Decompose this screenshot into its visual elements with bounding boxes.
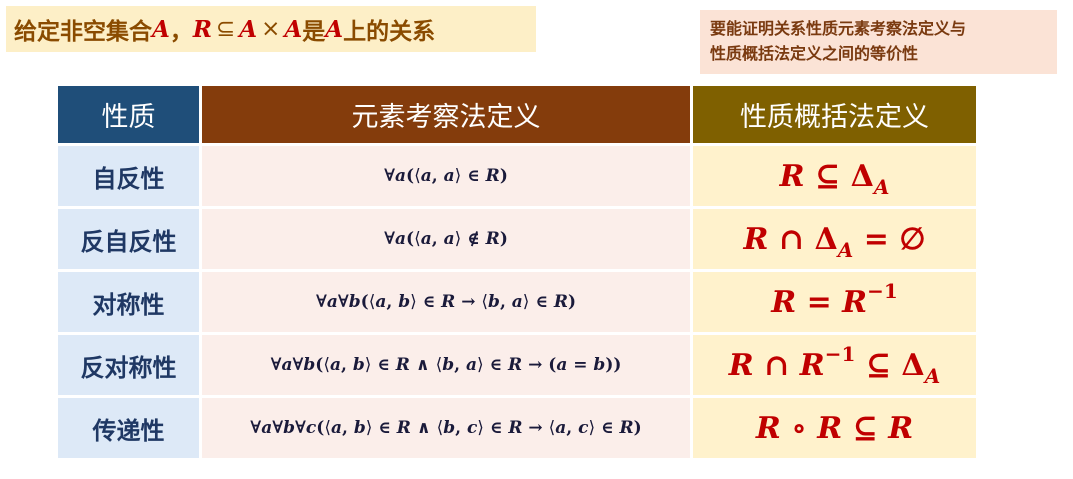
title-is: 是 [302,19,326,45]
property-reflexive: 自反性 [58,146,202,209]
table-row: 传递性 ∀a∀b∀c(⟨a, b⟩ ∈ R ∧ ⟨b, c⟩ ∈ R → ⟨a,… [58,398,979,461]
title-set-a-3: A [284,15,303,43]
title-comma: ， [169,19,193,45]
title-rel-r: R [192,15,212,43]
summary-def-irreflexive: R ∩ ΔA = ∅ [693,209,979,272]
property-transitive: 传递性 [58,398,202,461]
page-title: 给定非空集合 A ， R ⊆ A × A 是 A 上的关系 [6,6,536,52]
summary-def-transitive: R ∘ R ⊆ R [693,398,979,461]
summary-def-symmetric: R = R−1 [693,272,979,335]
header-element-def: 元素考察法定义 [202,86,693,146]
table-row: 自反性 ∀a(⟨a, a⟩ ∈ R) R ⊆ ΔA [58,146,979,209]
header-summary-def: 性质概括法定义 [693,86,979,146]
element-def-antisymmetric: ∀a∀b(⟨a, b⟩ ∈ R ∧ ⟨b, a⟩ ∈ R → (a = b)) [202,335,693,398]
title-prefix: 给定非空集合 [14,19,152,45]
title-subseteq: ⊆ [215,16,236,42]
equivalence-note: 要能证明关系性质元素考察法定义与 性质概括法定义之间的等价性 [700,10,1057,74]
table-header-row: 性质 元素考察法定义 性质概括法定义 [58,86,979,146]
element-def-transitive: ∀a∀b∀c(⟨a, b⟩ ∈ R ∧ ⟨b, c⟩ ∈ R → ⟨a, c⟩ … [202,398,693,461]
property-symmetric: 对称性 [58,272,202,335]
summary-def-antisymmetric: R ∩ R−1 ⊆ ΔA [693,335,979,398]
element-def-irreflexive: ∀a(⟨a, a⟩ ∉ R) [202,209,693,272]
note-line-1: 要能证明关系性质元素考察法定义与 [710,19,967,38]
table-row: 反对称性 ∀a∀b(⟨a, b⟩ ∈ R ∧ ⟨b, a⟩ ∈ R → (a =… [58,335,979,398]
title-set-a: A [152,15,170,43]
element-def-reflexive: ∀a(⟨a, a⟩ ∈ R) [202,146,693,209]
title-set-a-4: A [325,15,344,43]
property-irreflexive: 反自反性 [58,209,202,272]
header-property: 性质 [58,86,202,146]
title-on: 上的关系 [343,19,436,45]
note-line-2: 性质概括法定义之间的等价性 [710,44,919,63]
summary-def-reflexive: R ⊆ ΔA [693,146,979,209]
table-row: 对称性 ∀a∀b(⟨a, b⟩ ∈ R → ⟨b, a⟩ ∈ R) R = R−… [58,272,979,335]
property-antisymmetric: 反对称性 [58,335,202,398]
table-row: 反自反性 ∀a(⟨a, a⟩ ∉ R) R ∩ ΔA = ∅ [58,209,979,272]
title-set-a-2: A [239,15,258,43]
relation-properties-table: 性质 元素考察法定义 性质概括法定义 自反性 ∀a(⟨a, a⟩ ∈ R) R … [58,86,979,461]
title-cross: × [261,16,281,42]
element-def-symmetric: ∀a∀b(⟨a, b⟩ ∈ R → ⟨b, a⟩ ∈ R) [202,272,693,335]
